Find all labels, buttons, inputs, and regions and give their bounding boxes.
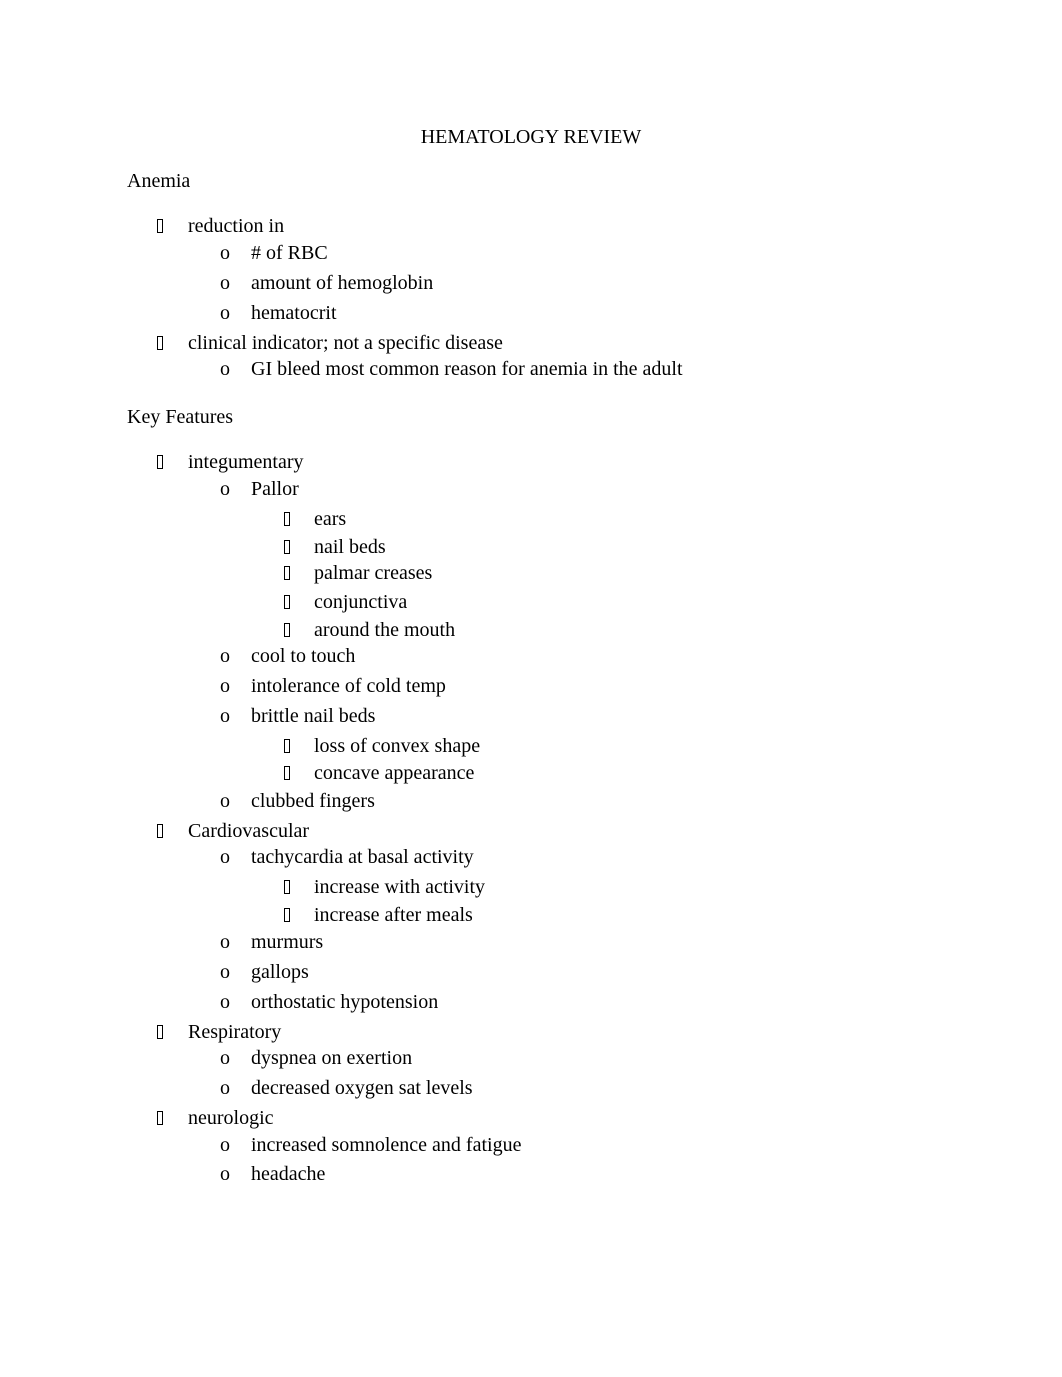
circle-bullet-icon: o (220, 846, 230, 868)
square-bullet-icon (284, 735, 290, 758)
circle-bullet-icon: o (220, 705, 230, 727)
missing-glyph-box-icon (284, 512, 290, 526)
list-item-text: concave appearance (314, 762, 475, 784)
missing-glyph-box-icon (284, 739, 290, 753)
list-item-text: increase after meals (314, 904, 473, 926)
list-item-text: GI bleed most common reason for anemia i… (251, 358, 683, 380)
square-bullet-icon (157, 820, 163, 843)
missing-glyph-box-icon (157, 455, 163, 469)
list-item-text: increased somnolence and fatigue (251, 1134, 522, 1156)
list-item-text: increase with activity (314, 876, 486, 898)
list-item-text: conjunctiva (314, 591, 408, 613)
list-item-text: cool to touch (251, 645, 356, 667)
circle-bullet-icon: o (220, 1163, 230, 1185)
list-item-text: gallops (251, 961, 309, 983)
missing-glyph-box-icon (284, 908, 290, 922)
circle-bullet-icon: o (220, 272, 230, 294)
square-bullet-icon (157, 1021, 163, 1044)
list-item-text: around the mouth (314, 619, 456, 641)
missing-glyph-box-icon (284, 880, 290, 894)
square-bullet-icon (284, 619, 290, 642)
list-item-text: tachycardia at basal activity (251, 846, 474, 868)
list-item-text: orthostatic hypotension (251, 991, 439, 1013)
list-item-text: clinical indicator; not a specific disea… (188, 332, 503, 354)
missing-glyph-box-icon (157, 824, 163, 838)
circle-bullet-icon: o (220, 302, 230, 324)
list-item-text: murmurs (251, 931, 324, 953)
document-page: HEMATOLOGY REVIEW Anemia reduction in o # … (0, 0, 1062, 1377)
document-title: HEMATOLOGY REVIEW (420, 126, 642, 148)
circle-bullet-icon: o (220, 478, 230, 500)
circle-bullet-icon: o (220, 1047, 230, 1069)
missing-glyph-box-icon (284, 766, 290, 780)
circle-bullet-icon: o (220, 931, 230, 953)
circle-bullet-icon: o (220, 242, 230, 264)
square-bullet-icon (157, 332, 163, 355)
list-item-text: headache (251, 1163, 326, 1185)
square-bullet-icon (284, 591, 290, 614)
square-bullet-icon (284, 536, 290, 559)
missing-glyph-box-icon (157, 1111, 163, 1125)
list-item-text: neurologic (188, 1107, 274, 1129)
circle-bullet-icon: o (220, 961, 230, 983)
missing-glyph-box-icon (284, 623, 290, 637)
circle-bullet-icon: o (220, 1134, 230, 1156)
list-item-text: Cardiovascular (188, 820, 310, 842)
missing-glyph-box-icon (157, 336, 163, 350)
section-heading-anemia: Anemia (127, 170, 191, 192)
circle-bullet-icon: o (220, 645, 230, 667)
missing-glyph-box-icon (284, 595, 290, 609)
square-bullet-icon (157, 451, 163, 474)
square-bullet-icon (284, 762, 290, 785)
list-item-text: # of RBC (251, 242, 328, 264)
list-item-text: loss of convex shape (314, 735, 481, 757)
section-heading-key-features: Key Features (127, 406, 234, 428)
square-bullet-icon (157, 1107, 163, 1130)
list-item-text: palmar creases (314, 562, 433, 584)
missing-glyph-box-icon (157, 1025, 163, 1039)
square-bullet-icon (284, 904, 290, 927)
circle-bullet-icon: o (220, 358, 230, 380)
square-bullet-icon (157, 215, 163, 238)
square-bullet-icon (284, 876, 290, 899)
list-item-text: Pallor (251, 478, 299, 500)
circle-bullet-icon: o (220, 991, 230, 1013)
circle-bullet-icon: o (220, 790, 230, 812)
list-item-text: nail beds (314, 536, 386, 558)
list-item-text: amount of hemoglobin (251, 272, 434, 294)
list-item-text: reduction in (188, 215, 285, 237)
missing-glyph-box-icon (284, 540, 290, 554)
list-item-text: Respiratory (188, 1021, 282, 1043)
circle-bullet-icon: o (220, 675, 230, 697)
square-bullet-icon (284, 562, 290, 585)
list-item-text: intolerance of cold temp (251, 675, 446, 697)
missing-glyph-box-icon (157, 219, 163, 233)
list-item-text: ears (314, 508, 347, 530)
circle-bullet-icon: o (220, 1077, 230, 1099)
missing-glyph-box-icon (284, 566, 290, 580)
list-item-text: clubbed fingers (251, 790, 375, 812)
list-item-text: hematocrit (251, 302, 337, 324)
list-item-text: decreased oxygen sat levels (251, 1077, 473, 1099)
list-item-text: integumentary (188, 451, 304, 473)
square-bullet-icon (284, 508, 290, 531)
list-item-text: brittle nail beds (251, 705, 376, 727)
list-item-text: dyspnea on exertion (251, 1047, 413, 1069)
